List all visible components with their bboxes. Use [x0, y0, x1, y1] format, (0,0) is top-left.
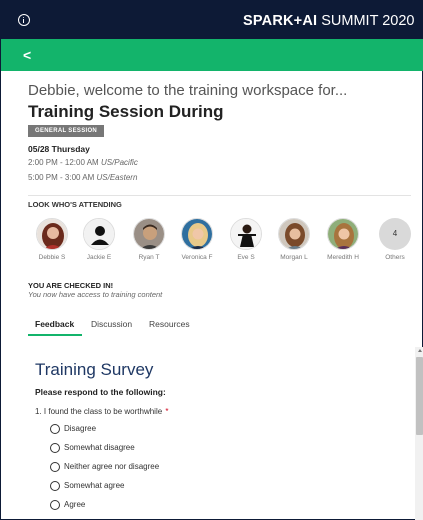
survey-option-disagree[interactable]: Disagree: [50, 423, 250, 437]
survey-question: 1. I found the class to be worthwhile *: [35, 407, 169, 416]
attendee-name: Morgan L: [280, 254, 308, 261]
avatar-placeholder-icon[interactable]: [83, 218, 115, 250]
time-range: 2:00 PM - 12:00 AM: [28, 158, 99, 167]
others-label: Others: [385, 254, 405, 261]
option-label: Disagree: [64, 424, 97, 433]
attendee-name: Jackie E: [86, 254, 112, 261]
radio-button[interactable]: [50, 500, 60, 510]
option-label: Somewhat agree: [64, 481, 125, 490]
survey-panel: Training Survey Please respond to the fo…: [28, 347, 423, 520]
section-divider: [28, 195, 411, 196]
avatar[interactable]: [181, 218, 213, 250]
info-circle-icon[interactable]: [18, 14, 30, 26]
attendee-name: Meredith H: [327, 254, 359, 261]
session-type-badge: GENERAL SESSION: [28, 125, 105, 137]
chevron-left-icon[interactable]: <: [23, 48, 31, 62]
scroll-up-arrow-icon[interactable]: [417, 349, 422, 352]
time-zone: US/Eastern: [96, 173, 138, 182]
radio-button[interactable]: [50, 443, 60, 453]
avatar[interactable]: [230, 218, 262, 250]
session-time-pacific: 2:00 PM - 12:00 AM US/Pacific: [28, 158, 138, 167]
radio-button[interactable]: [50, 462, 60, 472]
session-date: 05/28 Thursday: [28, 144, 90, 154]
survey-option-somewhat-disagree[interactable]: Somewhat disagree: [50, 442, 250, 456]
radio-button[interactable]: [50, 424, 60, 434]
survey-option-somewhat-agree[interactable]: Somewhat agree: [50, 480, 250, 494]
option-label: Somewhat disagree: [64, 443, 135, 452]
option-label: Neither agree nor disagree: [64, 462, 160, 471]
checkin-title: YOU ARE CHECKED IN!: [28, 281, 114, 290]
tab-resources[interactable]: Resources: [149, 319, 190, 329]
scrollbar-thumb[interactable]: [416, 357, 423, 435]
survey-instruction: Please respond to the following:: [35, 387, 166, 397]
active-tab-indicator: [28, 334, 82, 336]
brand-name: SPARK+AI: [243, 13, 318, 29]
required-marker: *: [165, 407, 169, 416]
radio-button[interactable]: [50, 481, 60, 491]
avatar[interactable]: [133, 218, 165, 250]
avatar[interactable]: [327, 218, 359, 250]
option-label: Agree: [64, 500, 86, 509]
survey-option-agree[interactable]: Agree: [50, 499, 250, 513]
welcome-text: Debbie, welcome to the training workspac…: [28, 82, 348, 99]
attendee-name: Veronica F: [181, 254, 213, 261]
question-text: 1. I found the class to be worthwhile: [35, 407, 163, 416]
time-zone: US/Pacific: [100, 158, 138, 167]
brand-event: SUMMIT 2020: [321, 13, 415, 29]
session-title: Training Session During: [28, 102, 224, 121]
avatar[interactable]: [278, 218, 310, 250]
tab-discussion[interactable]: Discussion: [91, 319, 132, 329]
session-time-eastern: 5:00 PM - 3:00 AM US/Eastern: [28, 173, 137, 182]
survey-scrollbar[interactable]: [415, 347, 423, 520]
attending-heading: LOOK WHO'S ATTENDING: [28, 200, 122, 209]
time-range: 5:00 PM - 3:00 AM: [28, 173, 95, 182]
brand-logo: SPARK+AI SUMMIT 2020: [243, 13, 414, 29]
tab-feedback[interactable]: Feedback: [35, 319, 74, 329]
survey-option-neutral[interactable]: Neither agree nor disagree: [50, 461, 250, 475]
others-count-badge[interactable]: 4: [379, 218, 411, 250]
avatar[interactable]: [36, 218, 68, 250]
top-bar: SPARK+AI SUMMIT 2020: [1, 1, 423, 39]
survey-title: Training Survey: [35, 360, 154, 379]
navigation-bar: <: [1, 39, 423, 71]
checkin-subtitle: You now have access to training content: [28, 290, 163, 299]
app-frame: SPARK+AI SUMMIT 2020 < Debbie, welcome to…: [0, 0, 423, 520]
